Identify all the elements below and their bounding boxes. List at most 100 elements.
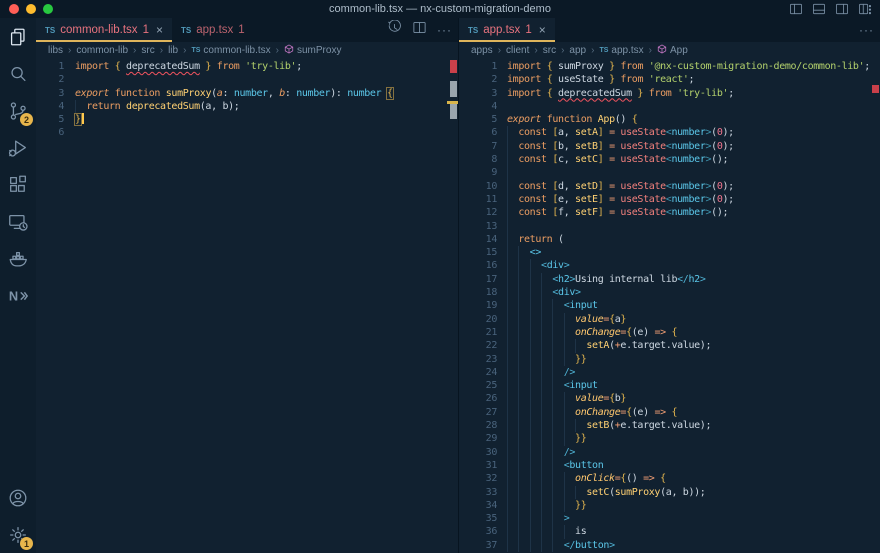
code-line-21[interactable]: 21onChange={(e) => { — [459, 326, 880, 339]
code-line-2[interactable]: 2 — [36, 73, 458, 86]
activity-remote-explorer-icon[interactable] — [0, 203, 36, 240]
indent-guide — [518, 472, 519, 485]
code-line-16[interactable]: 16<div> — [459, 259, 880, 272]
code-token: div — [547, 260, 564, 271]
tab-bar-right: TSapp.tsx1× ··· — [459, 18, 880, 42]
indent-guide — [530, 392, 531, 405]
code-line-7[interactable]: 7const [b, setB] = useState<number>(0); — [459, 140, 880, 153]
code-line-3[interactable]: 3export function sumProxy(a: number, b: … — [36, 87, 458, 100]
line-number: 2 — [36, 73, 64, 86]
code-editor-left[interactable]: 1import { deprecatedSum } from 'try-lib'… — [36, 58, 458, 140]
breadcrumb-item-common-lib[interactable]: common-lib — [76, 45, 128, 56]
close-icon[interactable]: × — [539, 24, 546, 36]
code-token: number — [296, 88, 330, 99]
customize-layout-icon[interactable] — [858, 2, 872, 16]
more-icon[interactable]: ··· — [859, 23, 874, 37]
code-line-5[interactable]: 5export function App() { — [459, 113, 880, 126]
zoom-button[interactable] — [43, 4, 53, 14]
split-editor-icon[interactable] — [412, 20, 427, 40]
code-line-33[interactable]: 33setC(sumProxy(a, b)); — [459, 486, 880, 499]
breadcrumb-item-common-lib.tsx[interactable]: TScommon-lib.tsx — [191, 45, 270, 56]
minimize-button[interactable] — [26, 4, 36, 14]
activity-extensions-icon[interactable] — [0, 166, 36, 203]
code-line-18[interactable]: 18<div> — [459, 286, 880, 299]
code-line-4[interactable]: 4return deprecatedSum(a, b); — [36, 100, 458, 113]
code-line-19[interactable]: 19<input — [459, 299, 880, 312]
code-line-34[interactable]: 34}} — [459, 499, 880, 512]
code-token: number — [347, 88, 381, 99]
code-line-35[interactable]: 35> — [459, 512, 880, 525]
activity-source-control-icon[interactable]: 2 — [0, 92, 36, 129]
line-number: 3 — [459, 87, 497, 100]
breadcrumb-item-src[interactable]: src — [543, 45, 556, 56]
activity-explorer-icon[interactable] — [0, 18, 36, 55]
activity-docker-icon[interactable] — [0, 240, 36, 277]
code-editor-right[interactable]: 1import { sumProxy } from '@nx-custom-mi… — [459, 58, 880, 552]
activity-settings-icon[interactable]: 1 — [0, 516, 36, 553]
code-line-32[interactable]: 32onClick={() => { — [459, 472, 880, 485]
code-line-22[interactable]: 22setA(+e.target.value); — [459, 339, 880, 352]
code-line-26[interactable]: 26value={b} — [459, 392, 880, 405]
indent-guide — [541, 339, 542, 352]
code-token: onClick — [575, 473, 615, 484]
tab-common-lib.tsx[interactable]: TScommon-lib.tsx1× — [36, 18, 172, 42]
breadcrumb-item-lib[interactable]: lib — [168, 45, 178, 56]
timeline-icon[interactable] — [387, 20, 402, 40]
code-token: (e) — [632, 407, 655, 418]
breadcrumb-item-libs[interactable]: libs — [48, 45, 63, 56]
breadcrumb-item-client[interactable]: client — [506, 45, 529, 56]
code-line-9[interactable]: 9 — [459, 166, 880, 179]
close-button[interactable] — [9, 4, 19, 14]
activity-nx-console-icon[interactable]: N — [0, 277, 36, 314]
code-line-31[interactable]: 31<button — [459, 459, 880, 472]
code-line-14[interactable]: 14return ( — [459, 233, 880, 246]
activity-run-debug-icon[interactable] — [0, 129, 36, 166]
code-line-29[interactable]: 29}} — [459, 432, 880, 445]
breadcrumb-item-App[interactable]: App — [657, 44, 688, 57]
code-line-6[interactable]: 6const [a, setA] = useState<number>(0); — [459, 126, 880, 139]
code-line-3[interactable]: 3import { deprecatedSum } from 'try-lib'… — [459, 87, 880, 100]
code-token: = — [603, 207, 620, 218]
more-icon[interactable]: ··· — [437, 23, 452, 37]
code-line-1[interactable]: 1import { deprecatedSum } from 'try-lib'… — [36, 60, 458, 73]
breadcrumb-item-app.tsx[interactable]: TSapp.tsx — [599, 45, 643, 56]
code-line-23[interactable]: 23}} — [459, 353, 880, 366]
code-line-37[interactable]: 37</button> — [459, 539, 880, 552]
code-line-6[interactable]: 6 — [36, 126, 458, 139]
code-line-24[interactable]: 24/> — [459, 366, 880, 379]
code-line-17[interactable]: 17<h2>Using internal lib</h2> — [459, 273, 880, 286]
code-line-12[interactable]: 12const [f, setF] = useState<number>(); — [459, 206, 880, 219]
activity-search-icon[interactable] — [0, 55, 36, 92]
indent-guide — [507, 486, 508, 499]
toggle-panel-icon[interactable] — [812, 2, 826, 16]
code-line-5[interactable]: 5} — [36, 113, 458, 126]
code-line-10[interactable]: 10const [d, setD] = useState<number>(0); — [459, 180, 880, 193]
code-line-36[interactable]: 36is — [459, 525, 880, 538]
code-line-1[interactable]: 1import { sumProxy } from '@nx-custom-mi… — [459, 60, 880, 73]
breadcrumb-item-apps[interactable]: apps — [471, 45, 493, 56]
breadcrumb-item-src[interactable]: src — [141, 45, 154, 56]
indent-guide — [530, 406, 531, 419]
code-line-30[interactable]: 30/> — [459, 446, 880, 459]
code-line-13[interactable]: 13 — [459, 220, 880, 233]
close-icon[interactable]: × — [156, 24, 163, 36]
code-token: setC — [575, 154, 598, 165]
breadcrumb-item-app[interactable]: app — [569, 45, 586, 56]
code-line-28[interactable]: 28setB(+e.target.value); — [459, 419, 880, 432]
code-line-2[interactable]: 2import { useState } from 'react'; — [459, 73, 880, 86]
activity-accounts-icon[interactable] — [0, 479, 36, 516]
tab-app.tsx[interactable]: TSapp.tsx1× — [459, 18, 555, 42]
code-token: from — [211, 61, 245, 72]
code-line-4[interactable]: 4 — [459, 100, 880, 113]
code-line-27[interactable]: 27onChange={(e) => { — [459, 406, 880, 419]
toggle-primary-sidebar-icon[interactable] — [789, 2, 803, 16]
breadcrumb-item-sumProxy[interactable]: sumProxy — [284, 44, 341, 57]
code-line-20[interactable]: 20value={a} — [459, 313, 880, 326]
tab-app.tsx[interactable]: TSapp.tsx1 — [172, 18, 254, 42]
code-line-25[interactable]: 25<input — [459, 379, 880, 392]
toggle-secondary-sidebar-icon[interactable] — [835, 2, 849, 16]
code-line-11[interactable]: 11const [e, setE] = useState<number>(0); — [459, 193, 880, 206]
line-number: 29 — [459, 432, 497, 445]
code-line-8[interactable]: 8const [c, setC] = useState<number>(); — [459, 153, 880, 166]
code-line-15[interactable]: 15<> — [459, 246, 880, 259]
